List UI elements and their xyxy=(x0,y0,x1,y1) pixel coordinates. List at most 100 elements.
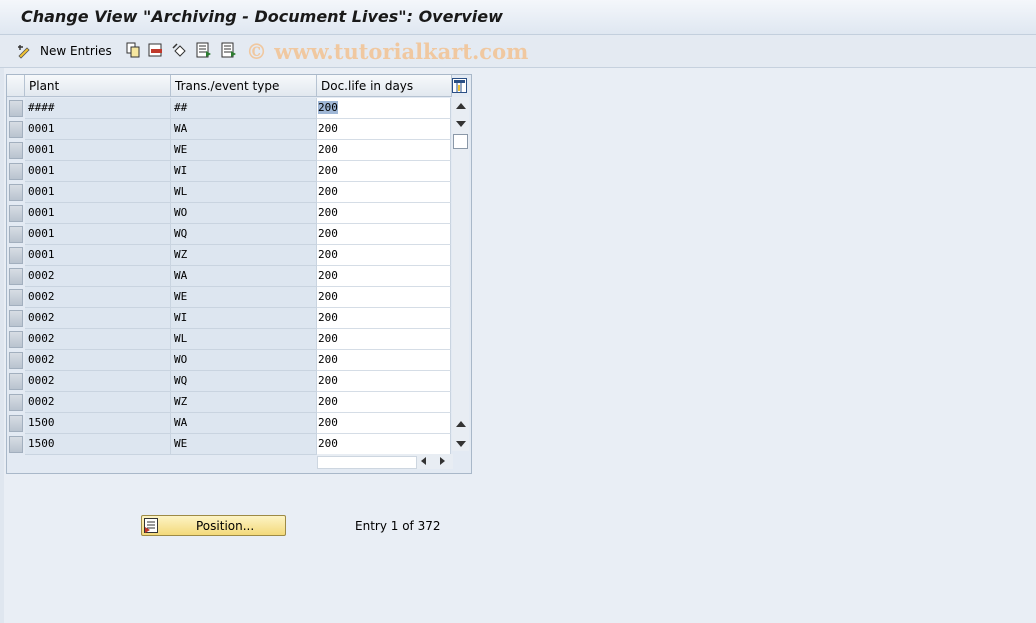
doc-life-value: 200 xyxy=(318,332,338,345)
table-row[interactable]: 0001 WI 200 xyxy=(7,161,451,182)
cell-trans-event-type: WA xyxy=(171,119,317,140)
column-header-trans-event-type[interactable]: Trans./event type xyxy=(171,75,317,97)
page-down-icon[interactable] xyxy=(456,441,466,447)
cell-doc-life-input[interactable]: 200 xyxy=(317,203,451,224)
cell-doc-life-input[interactable]: 200 xyxy=(317,266,451,287)
entry-count: Entry 1 of 372 xyxy=(355,519,441,533)
row-selector[interactable] xyxy=(9,352,23,369)
cell-plant: 0002 xyxy=(25,329,171,350)
cell-doc-life-input[interactable]: 200 xyxy=(317,287,451,308)
cell-doc-life-input[interactable]: 200 xyxy=(317,182,451,203)
select-all-icon[interactable] xyxy=(196,42,212,58)
table-row[interactable]: 0002 WA 200 xyxy=(7,266,451,287)
horizontal-scroll-track[interactable] xyxy=(317,456,417,469)
new-entries-button[interactable]: New Entries xyxy=(16,41,112,61)
cell-trans-event-type: WZ xyxy=(171,245,317,266)
cell-trans-event-type: WE xyxy=(171,434,317,455)
scroll-left-icon[interactable] xyxy=(421,457,426,465)
table-row[interactable]: 0001 WE 200 xyxy=(7,140,451,161)
position-icon xyxy=(144,518,158,533)
delete-icon[interactable] xyxy=(148,42,164,58)
row-selector[interactable] xyxy=(9,268,23,285)
cell-doc-life-input[interactable]: 200 xyxy=(317,392,451,413)
column-header-doc-life[interactable]: Doc.life in days xyxy=(317,75,452,97)
cell-trans-event-type: WE xyxy=(171,140,317,161)
row-selector[interactable] xyxy=(9,205,23,222)
cell-plant: 0002 xyxy=(25,287,171,308)
row-selector[interactable] xyxy=(9,415,23,432)
cell-trans-event-type: WA xyxy=(171,266,317,287)
table-row[interactable]: 0001 WL 200 xyxy=(7,182,451,203)
row-selector[interactable] xyxy=(9,184,23,201)
table-row[interactable]: 1500 WA 200 xyxy=(7,413,451,434)
copy-icon[interactable] xyxy=(125,42,141,58)
cell-doc-life-input[interactable]: 200 xyxy=(317,434,451,455)
cell-plant: 0001 xyxy=(25,161,171,182)
doc-life-value: 200 xyxy=(318,290,338,303)
new-entries-label: New Entries xyxy=(40,44,112,58)
scroll-right-icon[interactable] xyxy=(440,457,445,465)
table-row[interactable]: 0001 WQ 200 xyxy=(7,224,451,245)
scroll-up-icon[interactable] xyxy=(456,103,466,109)
cell-doc-life-input[interactable]: 200 xyxy=(317,224,451,245)
cell-plant: 0001 xyxy=(25,203,171,224)
row-selector[interactable] xyxy=(9,163,23,180)
column-header-plant[interactable]: Plant xyxy=(25,75,171,97)
cell-doc-life-input[interactable]: 200 xyxy=(317,161,451,182)
select-all-rows-button[interactable] xyxy=(7,75,25,97)
cell-doc-life-input[interactable]: 200 xyxy=(317,119,451,140)
cell-trans-event-type: ## xyxy=(171,98,317,119)
cell-doc-life-input[interactable]: 200 xyxy=(317,245,451,266)
cell-plant: 0002 xyxy=(25,266,171,287)
doc-life-value: 200 xyxy=(318,395,338,408)
table-row[interactable]: 0002 WL 200 xyxy=(7,329,451,350)
row-selector[interactable] xyxy=(9,142,23,159)
table-row[interactable]: 0001 WO 200 xyxy=(7,203,451,224)
table-row[interactable]: 0001 WZ 200 xyxy=(7,245,451,266)
cell-doc-life-input[interactable]: 200 xyxy=(317,371,451,392)
table-row[interactable]: #### ## 200 xyxy=(7,98,451,119)
row-selector[interactable] xyxy=(9,226,23,243)
deselect-icon[interactable] xyxy=(221,42,237,58)
cell-trans-event-type: WE xyxy=(171,287,317,308)
cell-doc-life-input[interactable]: 200 xyxy=(317,140,451,161)
cell-doc-life-input[interactable]: 200 xyxy=(317,350,451,371)
title-bar: Change View "Archiving - Document Lives"… xyxy=(0,0,1036,35)
scroll-thumb[interactable] xyxy=(453,134,468,149)
table-settings-icon[interactable] xyxy=(452,78,467,93)
row-selector[interactable] xyxy=(9,289,23,306)
row-selector[interactable] xyxy=(9,436,23,453)
table-row[interactable]: 0001 WA 200 xyxy=(7,119,451,140)
cell-plant: 0001 xyxy=(25,224,171,245)
doc-life-value: 200 xyxy=(318,143,338,156)
table-row[interactable]: 1500 WE 200 xyxy=(7,434,451,455)
table-row[interactable]: 0002 WQ 200 xyxy=(7,371,451,392)
row-selector[interactable] xyxy=(9,100,23,117)
cell-trans-event-type: WZ xyxy=(171,392,317,413)
row-selector[interactable] xyxy=(9,394,23,411)
cell-doc-life-input[interactable]: 200 xyxy=(317,308,451,329)
left-border xyxy=(0,68,4,623)
cell-plant: 1500 xyxy=(25,434,171,455)
undo-icon[interactable] xyxy=(172,42,188,58)
change-icon xyxy=(18,45,30,59)
position-button[interactable]: Position... xyxy=(141,515,286,536)
row-selector[interactable] xyxy=(9,373,23,390)
horizontal-scrollbar[interactable] xyxy=(317,454,453,469)
table-row[interactable]: 0002 WI 200 xyxy=(7,308,451,329)
cell-doc-life-input[interactable]: 200 xyxy=(317,413,451,434)
table-row[interactable]: 0002 WE 200 xyxy=(7,287,451,308)
row-selector[interactable] xyxy=(9,247,23,264)
doc-life-value: 200 xyxy=(318,437,338,450)
page-up-icon[interactable] xyxy=(456,421,466,427)
row-selector[interactable] xyxy=(9,121,23,138)
row-selector[interactable] xyxy=(9,310,23,327)
cell-doc-life-input[interactable]: 200 xyxy=(317,329,451,350)
table-row[interactable]: 0002 WZ 200 xyxy=(7,392,451,413)
vertical-scrollbar[interactable] xyxy=(452,97,469,451)
cell-doc-life-input[interactable]: 200 xyxy=(317,98,451,119)
table-row[interactable]: 0002 WO 200 xyxy=(7,350,451,371)
scroll-down-icon[interactable] xyxy=(456,121,466,127)
row-selector[interactable] xyxy=(9,331,23,348)
cell-plant: 0002 xyxy=(25,308,171,329)
